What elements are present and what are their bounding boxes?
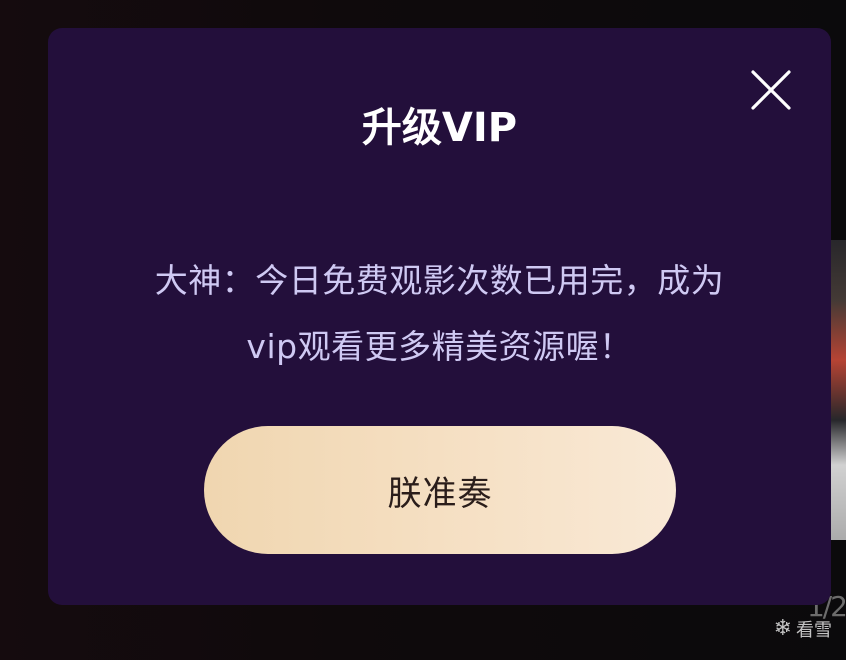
message-line-1: 大神：今日免费观影次数已用完，成为 (154, 261, 725, 300)
upgrade-vip-dialog: 升级VIP 大神：今日免费观影次数已用完，成为 vip观看更多精美资源喔！ 朕准… (48, 28, 831, 605)
watermark-text: 看雪 (796, 620, 832, 641)
close-button[interactable] (749, 68, 793, 112)
background-thumbnail-strip (830, 240, 846, 540)
dialog-title: 升级VIP (361, 105, 518, 151)
message-line-2: vip观看更多精美资源喔！ (246, 327, 633, 366)
watermark: ❄ 看雪 (774, 616, 832, 642)
dialog-message: 大神：今日免费观影次数已用完，成为 vip观看更多精美资源喔！ (108, 248, 771, 380)
confirm-upgrade-label: 朕准奏 (387, 473, 493, 514)
snowflake-icon: ❄ (773, 616, 792, 641)
confirm-upgrade-button[interactable]: 朕准奏 (204, 426, 676, 554)
close-icon (751, 70, 791, 110)
